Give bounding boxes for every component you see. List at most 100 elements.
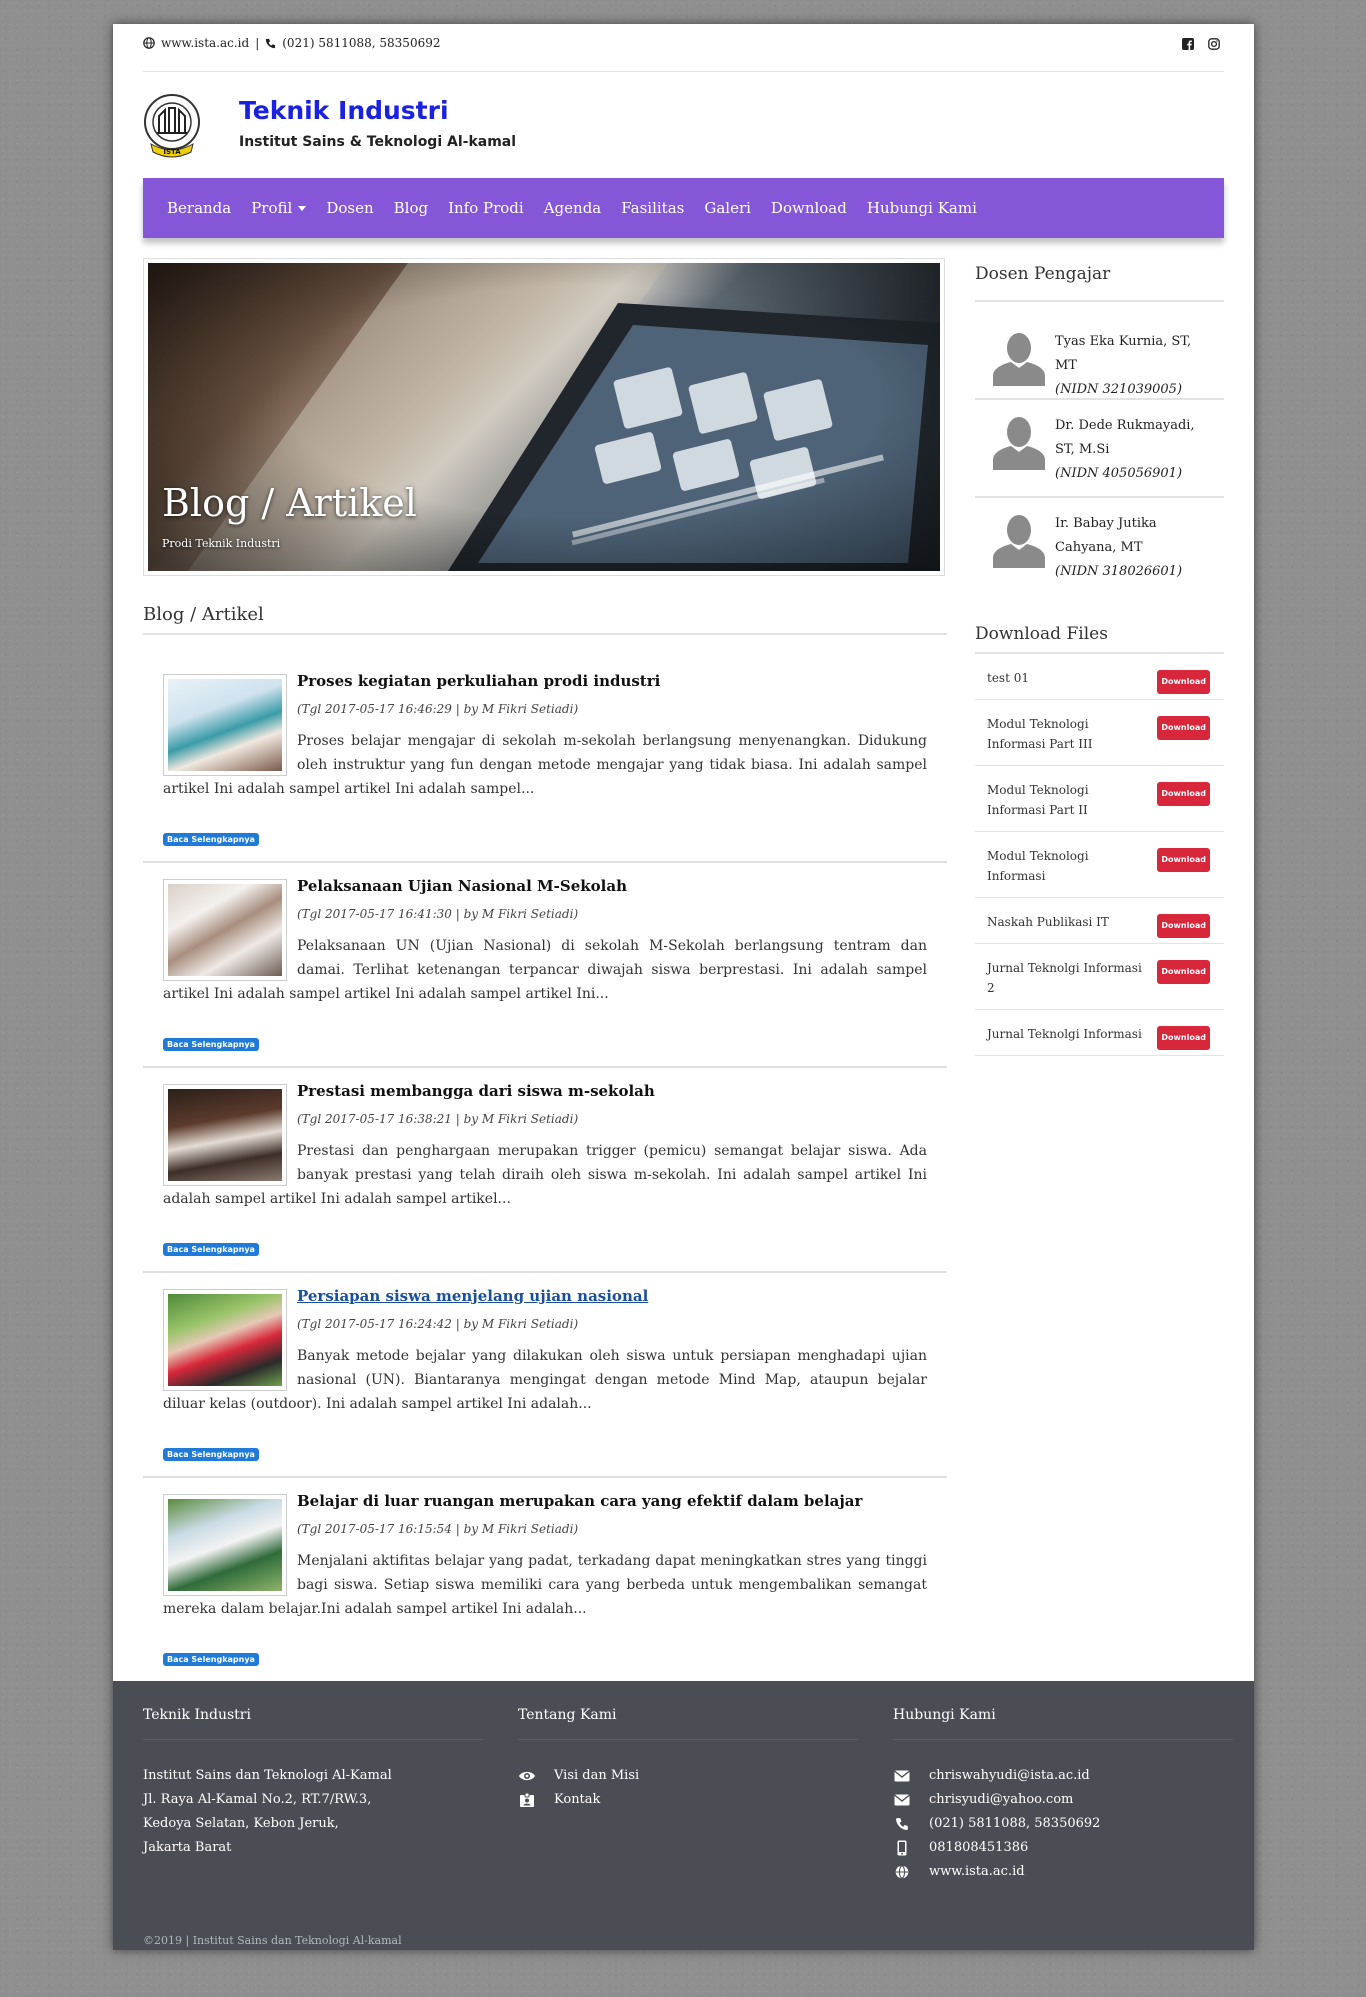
download-button[interactable]: Download [1157,848,1210,872]
download-button[interactable]: Download [1157,716,1210,740]
download-button[interactable]: Download [1157,670,1210,694]
files-heading: Download Files [975,624,1224,654]
footer-col-tentang: Tentang Kami Visi dan Misi Kontak [518,1707,858,1812]
file-name[interactable]: Jurnal Teknolgi Informasi 2 [987,961,1142,995]
site-title[interactable]: Teknik Industri [239,96,449,125]
copyright-text: ©2019 | Institut Sains dan Teknologi Al-… [143,1934,402,1947]
article-excerpt-block: Prestasi dan penghargaan merupakan trigg… [163,1139,927,1211]
nav-blog[interactable]: Blog [384,199,438,217]
dosen-item[interactable]: Ir. Babay Jutika Cahyana, MT (NIDN 318026… [975,498,1224,596]
article-excerpt-block: Pelaksanaan UN (Ujian Nasional) di sekol… [163,934,927,1006]
nav-info-prodi[interactable]: Info Prodi [438,199,534,217]
article-title[interactable]: Pelaksanaan Ujian Nasional M-Sekolah [297,877,627,895]
read-more-button[interactable]: Baca Selengkapnya [163,1448,259,1461]
file-name[interactable]: Modul Teknologi Informasi [987,849,1089,883]
footer-col-hubungi: Hubungi Kami chriswahyudi@ista.ac.id chr… [893,1707,1233,1884]
file-name[interactable]: Modul Teknologi Informasi Part III [987,717,1093,751]
article-meta: (Tgl 2017-05-17 16:38:21 | by M Fikri Se… [297,1112,579,1126]
article-meta: (Tgl 2017-05-17 16:46:29 | by M Fikri Se… [297,702,579,716]
footer-link-visi-misi[interactable]: Visi dan Misi [518,1764,858,1788]
envelope-icon [893,1794,911,1806]
article-title[interactable]: Prestasi membangga dari siswa m-sekolah [297,1082,655,1100]
footer-heading: Tentang Kami [518,1707,858,1740]
nav-download[interactable]: Download [761,199,857,217]
footer-contact-label: (021) 5811088, 58350692 [929,1816,1101,1831]
nav-fasilitas[interactable]: Fasilitas [611,199,694,217]
facebook-icon[interactable] [1182,38,1194,50]
site-footer: Teknik Industri Institut Sains dan Tekno… [113,1681,1254,1950]
topbar-phone: (021) 5811088, 58350692 [282,36,441,50]
footer-address-line: Institut Sains dan Teknologi Al-Kamal [143,1768,392,1783]
dosen-nidn: (NIDN 318026601) [1055,564,1183,579]
footer-heading: Teknik Industri [143,1707,483,1740]
read-more-button[interactable]: Baca Selengkapnya [163,1038,259,1051]
nav-galeri[interactable]: Galeri [694,199,761,217]
dosen-item[interactable]: Dr. Dede Rukmayadi, ST, M.Si (NIDN 405056… [975,400,1224,498]
nav-beranda[interactable]: Beranda [157,199,241,217]
article-item: Pelaksanaan Ujian Nasional M-Sekolah (Tg… [143,863,947,1068]
sidebar-dosen: Dosen Pengajar Tyas Eka Kurnia, ST, MT (N… [975,258,1224,596]
footer-link-label: Visi dan Misi [554,1768,640,1783]
nav-agenda[interactable]: Agenda [534,199,612,217]
eye-icon [518,1770,536,1782]
article-title[interactable]: Persiapan siswa menjelang ujian nasional [297,1287,648,1305]
download-button[interactable]: Download [1157,914,1210,938]
file-name[interactable]: Naskah Publikasi IT [987,915,1109,929]
envelope-icon [893,1770,911,1782]
footer-link-kontak[interactable]: Kontak [518,1788,858,1812]
footer-contact-mobile: 081808451386 [893,1836,1233,1860]
article-item: Belajar di luar ruangan merupakan cara y… [143,1478,947,1683]
chevron-down-icon [298,205,307,211]
read-more-button[interactable]: Baca Selengkapnya [163,1653,259,1666]
sidebar-download-files: Download Files test 01 Download Modul Tek… [975,624,1224,1056]
blog-section-heading: Blog / Artikel [143,604,947,635]
avatar-placeholder-icon [993,512,1045,568]
topbar-website[interactable]: www.ista.ac.id [161,36,249,50]
file-item: Modul Teknologi Informasi Part III Downlo… [975,700,1224,766]
dosen-nidn: (NIDN 321039005) [1055,382,1183,397]
avatar-placeholder-icon [993,330,1045,386]
article-excerpt-block: Banyak metode bejalar yang dilakukan ole… [163,1344,927,1416]
file-item: Modul Teknologi Informasi Download [975,832,1224,898]
article-title[interactable]: Belajar di luar ruangan merupakan cara y… [297,1492,862,1510]
ista-logo[interactable]: ISTA [143,92,201,166]
footer-contact-label: chriswahyudi@ista.ac.id [929,1768,1090,1783]
download-button[interactable]: Download [1157,960,1210,984]
article-item: Proses kegiatan perkuliahan prodi indust… [143,658,947,863]
hero-subtitle: Prodi Teknik Industri [162,537,281,550]
footer-contact-label: chrisyudi@yahoo.com [929,1792,1074,1807]
globe-icon [143,37,155,49]
phone-icon [265,38,276,49]
download-button[interactable]: Download [1157,1026,1210,1050]
article-meta: (Tgl 2017-05-17 16:24:42 | by M Fikri Se… [297,1317,579,1331]
dosen-heading: Dosen Pengajar [975,264,1224,302]
footer-contact-website[interactable]: www.ista.ac.id [893,1860,1233,1884]
footer-contact-email[interactable]: chriswahyudi@ista.ac.id [893,1764,1233,1788]
download-button[interactable]: Download [1157,782,1210,806]
footer-link-label: Kontak [554,1792,601,1807]
footer-heading: Hubungi Kami [893,1707,1233,1740]
nav-hubungi-kami[interactable]: Hubungi Kami [857,199,987,217]
footer-contact-email[interactable]: chrisyudi@yahoo.com [893,1788,1233,1812]
article-title[interactable]: Proses kegiatan perkuliahan prodi indust… [297,672,660,690]
read-more-button[interactable]: Baca Selengkapnya [163,833,259,846]
nav-profil[interactable]: Profil [241,199,316,217]
file-name[interactable]: test 01 [987,671,1029,685]
file-item: Modul Teknologi Informasi Part II Downloa… [975,766,1224,832]
footer-address-line: Kedoya Selatan, Kebon Jeruk, [143,1816,339,1831]
dosen-name: Tyas Eka Kurnia, ST, MT [1055,334,1192,373]
dosen-name: Ir. Babay Jutika Cahyana, MT [1055,516,1157,555]
nav-dosen[interactable]: Dosen [316,199,383,217]
contact-card-icon [518,1793,536,1807]
main-navbar: Beranda Profil Dosen Blog Info Prodi Age… [143,178,1224,238]
top-bar: www.ista.ac.id | (021) 5811088, 58350692 [143,24,1224,72]
file-name[interactable]: Jurnal Teknolgi Informasi [987,1027,1142,1041]
topbar-separator: | [255,36,260,50]
file-name[interactable]: Modul Teknologi Informasi Part II [987,783,1089,817]
instagram-icon[interactable] [1208,38,1220,50]
nav-profil-label: Profil [251,199,293,217]
dosen-item[interactable]: Tyas Eka Kurnia, ST, MT (NIDN 321039005) [975,302,1224,400]
read-more-button[interactable]: Baca Selengkapnya [163,1243,259,1256]
footer-contact-label: 081808451386 [929,1840,1029,1855]
article-item: Prestasi membangga dari siswa m-sekolah … [143,1068,947,1273]
